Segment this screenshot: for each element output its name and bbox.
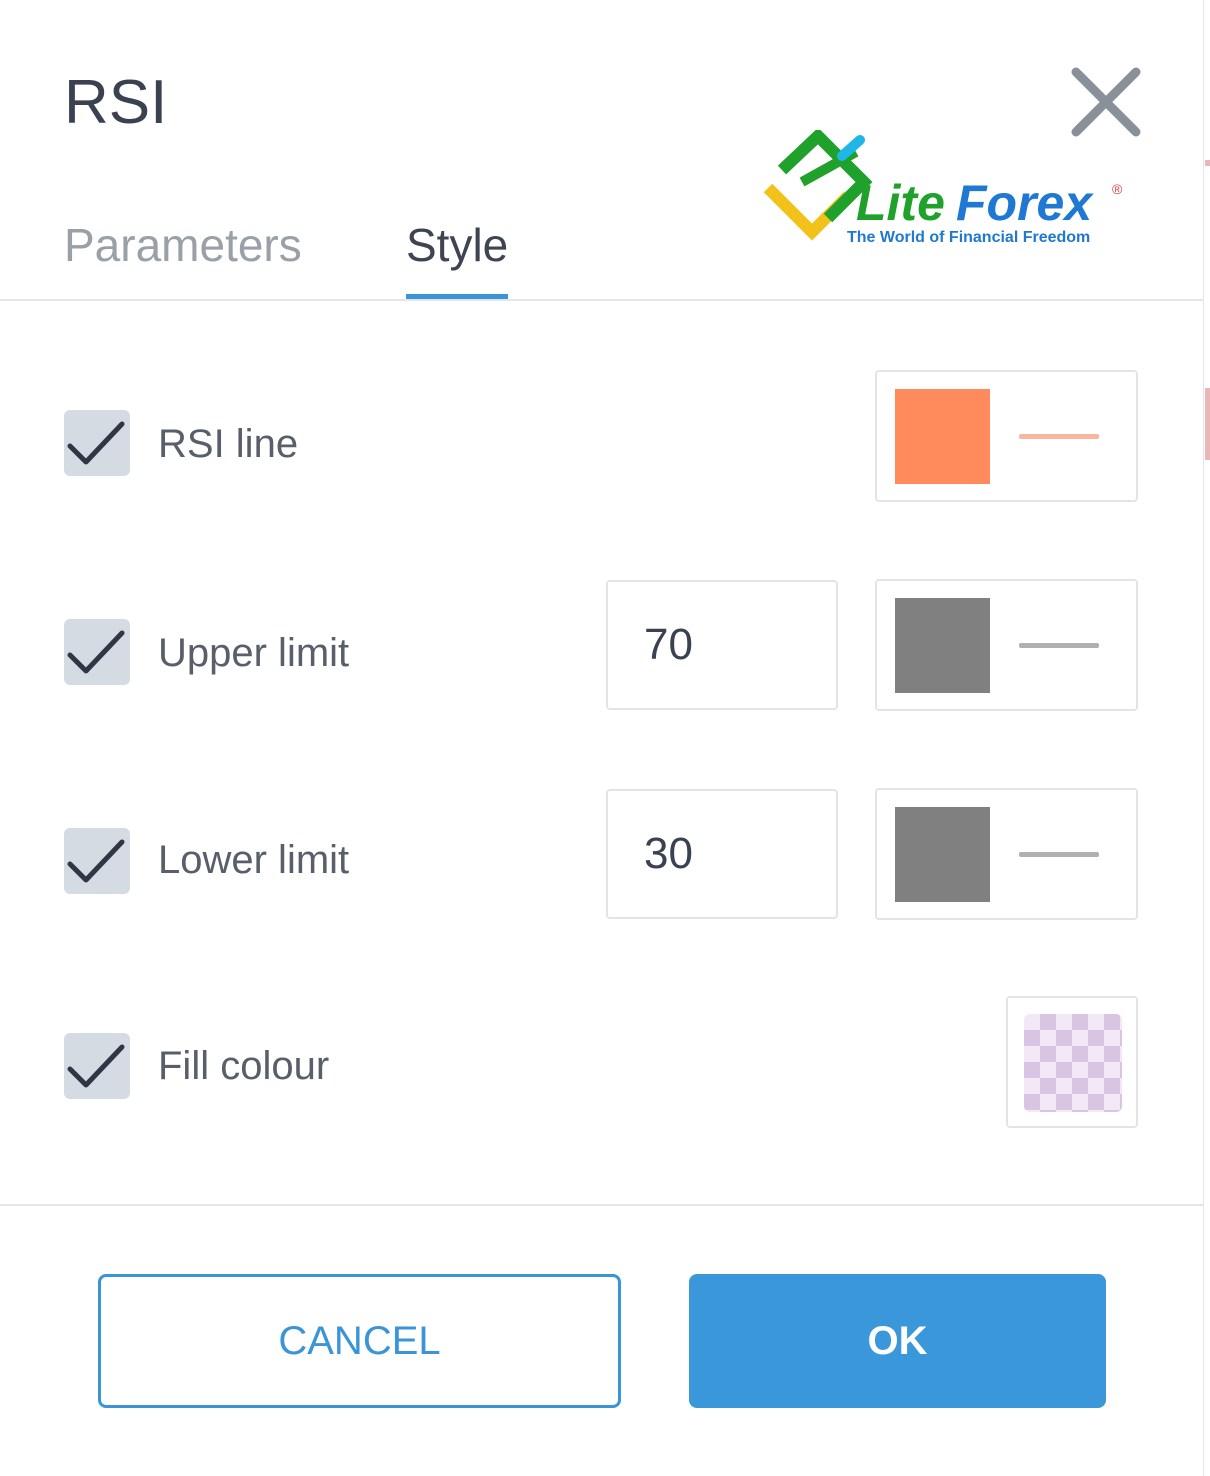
chart-edge-mark bbox=[1205, 388, 1210, 460]
lower-limit-row: Lower limit bbox=[0, 788, 1203, 928]
ok-button[interactable]: OK bbox=[689, 1274, 1106, 1408]
checkmark-icon bbox=[67, 1044, 125, 1088]
rsi-line-checkbox[interactable] bbox=[64, 410, 130, 476]
lower-limit-width-sample bbox=[1019, 852, 1099, 857]
liteforex-logo: Lite Forex ® The World of Financial Free… bbox=[760, 127, 1140, 246]
upper-limit-checkbox[interactable] bbox=[64, 619, 130, 685]
rsi-settings-dialog: RSI Lite Forex ® The World of Financial … bbox=[0, 0, 1210, 1476]
tabs-divider bbox=[0, 299, 1203, 301]
logo-brand-lite: Lite bbox=[856, 175, 945, 231]
upper-limit-width-sample bbox=[1019, 643, 1099, 648]
rsi-line-row: RSI line bbox=[0, 370, 1203, 510]
fill-colour-picker[interactable] bbox=[1006, 996, 1138, 1128]
upper-limit-label: Upper limit bbox=[158, 631, 350, 675]
logo-registered-mark: ® bbox=[1112, 181, 1123, 197]
chart-edge-mark bbox=[1205, 160, 1210, 166]
lower-limit-color-swatch bbox=[895, 807, 990, 902]
dialog-right-edge bbox=[1203, 0, 1204, 1476]
lower-limit-label: Lower limit bbox=[158, 838, 350, 882]
rsi-line-style-picker[interactable] bbox=[875, 370, 1138, 502]
upper-limit-color-swatch bbox=[895, 598, 990, 693]
cancel-button[interactable]: CANCEL bbox=[98, 1274, 621, 1408]
lower-limit-input[interactable] bbox=[606, 789, 838, 919]
lower-limit-style-picker[interactable] bbox=[875, 788, 1138, 920]
rsi-line-width-sample bbox=[1019, 434, 1099, 439]
logo-tagline: The World of Financial Freedom bbox=[847, 229, 1090, 245]
checkmark-icon bbox=[67, 839, 125, 883]
fill-colour-label: Fill colour bbox=[158, 1044, 330, 1088]
lower-limit-checkbox[interactable] bbox=[64, 828, 130, 894]
dialog-title: RSI bbox=[64, 68, 168, 137]
transparent-checker-swatch bbox=[1024, 1014, 1122, 1112]
tab-parameters[interactable]: Parameters bbox=[64, 222, 302, 268]
rsi-line-label: RSI line bbox=[158, 422, 299, 466]
checkmark-icon bbox=[67, 630, 125, 674]
tab-style[interactable]: Style bbox=[406, 222, 508, 268]
fill-colour-row: Fill colour bbox=[0, 996, 1203, 1136]
upper-limit-style-picker[interactable] bbox=[875, 579, 1138, 711]
footer-divider bbox=[0, 1204, 1203, 1206]
logo-brand-forex: Forex bbox=[956, 175, 1094, 231]
liteforex-logo-mark: Lite Forex ® The World of Financial Free… bbox=[763, 127, 1123, 246]
checkmark-icon bbox=[67, 421, 125, 465]
upper-limit-input[interactable] bbox=[606, 580, 838, 710]
upper-limit-row: Upper limit bbox=[0, 579, 1203, 719]
rsi-line-color-swatch bbox=[895, 389, 990, 484]
fill-colour-checkbox[interactable] bbox=[64, 1033, 130, 1099]
